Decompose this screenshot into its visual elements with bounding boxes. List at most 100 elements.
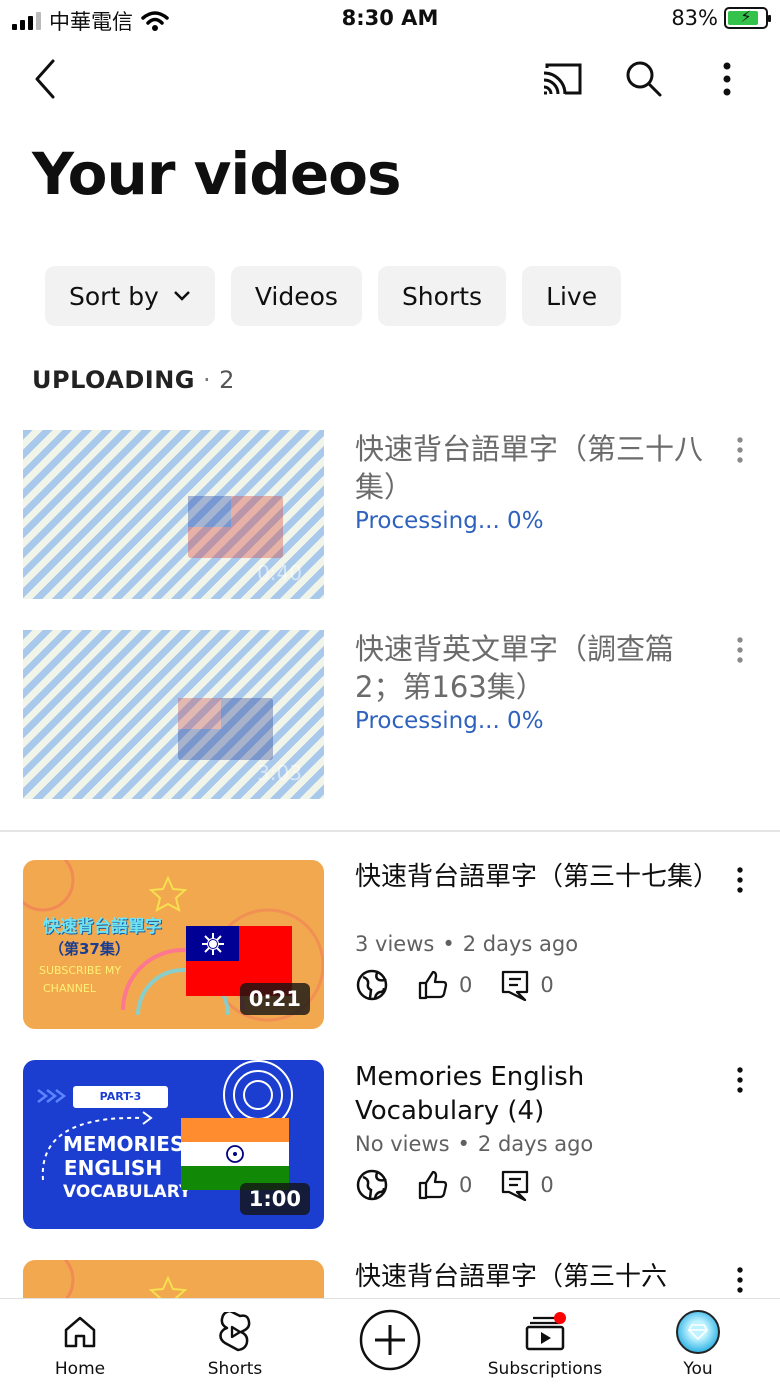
page-title: Your videos — [32, 140, 402, 208]
duration-badge: 1:00 — [239, 1183, 310, 1215]
like-count: 0 — [459, 973, 473, 997]
chevron-left-icon — [35, 59, 55, 99]
more-vertical-icon — [723, 62, 731, 96]
avatar — [676, 1310, 720, 1354]
more-actions-button[interactable] — [722, 430, 758, 470]
battery-charging-icon: ⚡ — [724, 7, 771, 29]
globe-icon — [356, 1169, 388, 1201]
upload-thumbnail[interactable]: 0:40 — [23, 430, 324, 599]
upload-item[interactable]: 3:03 快速背英文單字（調查篇2；第163集） Processing... 0… — [0, 630, 780, 800]
diamond-icon — [688, 1324, 708, 1340]
view-count: No views — [355, 1132, 450, 1156]
video-thumbnail[interactable]: 快速背台語單字 （第37集） SUBSCRIBE MY CHANNEL 0:21 — [23, 860, 324, 1029]
live-chip[interactable]: Live — [522, 266, 622, 326]
nav-home[interactable]: Home — [15, 1309, 145, 1379]
thumbs-up-icon — [418, 1170, 448, 1200]
plus-circle-icon — [359, 1309, 421, 1371]
video-thumbnail[interactable] — [23, 1260, 324, 1298]
thumbnail-channel-text: CHANNEL — [43, 982, 97, 995]
like-count: 0 — [459, 1173, 473, 1197]
thumbnail-subscribe-text: SUBSCRIBE MY — [39, 964, 122, 977]
video-title[interactable]: 快速背台語單字（第三十七集） — [355, 860, 719, 894]
video-title[interactable]: 快速背台語單字（第三十六 — [355, 1260, 715, 1294]
more-options-button[interactable] — [700, 52, 754, 106]
video-stats: 0 0 — [355, 1168, 572, 1202]
sort-by-chip[interactable]: Sort by — [45, 266, 215, 326]
filter-chips: Sort by Videos Shorts Live — [45, 266, 622, 326]
more-vertical-icon — [737, 867, 743, 893]
video-item[interactable]: 快速背台語單字 （第37集） SUBSCRIBE MY CHANNEL 0:21… — [0, 860, 780, 1032]
shorts-chip[interactable]: Shorts — [377, 266, 507, 326]
more-actions-button[interactable] — [722, 630, 758, 670]
thumbnail-title-text: MEMORIES ENGLISH VOCABULARY — [63, 1132, 192, 1204]
upload-item[interactable]: 0:40 快速背台語單字（第三十八集） Processing... 0% — [0, 430, 780, 600]
flag-image — [181, 1118, 289, 1190]
visibility-public[interactable] — [355, 968, 389, 1002]
nav-subscriptions-label: Subscriptions — [487, 1359, 603, 1379]
globe-icon — [356, 969, 388, 1001]
duration-badge: 3:03 — [257, 761, 302, 785]
nav-home-label: Home — [54, 1359, 106, 1379]
more-vertical-icon — [737, 637, 743, 663]
nav-subscriptions[interactable]: Subscriptions — [480, 1309, 610, 1379]
duration-badge: 0:21 — [239, 983, 310, 1015]
video-item[interactable]: 快速背台語單字（第三十六 — [0, 1260, 780, 1298]
cast-button[interactable] — [535, 52, 589, 106]
more-vertical-icon — [737, 1067, 743, 1093]
nav-shorts-label: Shorts — [207, 1359, 263, 1379]
video-title[interactable]: Memories English Vocabulary (4) — [355, 1060, 715, 1128]
upload-title[interactable]: 快速背台語單字（第三十八集） — [355, 430, 715, 506]
visibility-public[interactable] — [355, 1168, 389, 1202]
nav-you[interactable]: You — [633, 1309, 763, 1379]
likes: 0 — [417, 969, 472, 1001]
nav-shorts[interactable]: Shorts — [170, 1309, 300, 1379]
thumbnail-decoration — [63, 1260, 188, 1298]
separator-dot: · — [202, 366, 212, 394]
back-button[interactable] — [18, 52, 72, 106]
duration-badge: 0:40 — [257, 561, 302, 585]
create-button[interactable] — [325, 1307, 455, 1377]
meta-separator: • — [457, 1132, 470, 1156]
comment-count: 0 — [540, 1173, 554, 1197]
uploading-label: UPLOADING — [32, 366, 195, 394]
subscriptions-icon — [525, 1312, 566, 1351]
comment-icon — [502, 1170, 529, 1201]
uploading-section-header: UPLOADING · 2 — [32, 366, 235, 394]
sort-by-label: Sort by — [69, 281, 159, 311]
shorts-icon — [219, 1312, 251, 1352]
comments: 0 — [500, 1169, 554, 1201]
video-stats: 0 0 — [355, 968, 572, 1002]
upload-age: 2 days ago — [477, 1132, 594, 1156]
thumbnail-line-3: VOCABULARY — [63, 1182, 192, 1202]
processing-status: Processing... 0% — [355, 508, 544, 534]
flag-overlay — [178, 698, 273, 760]
meta-separator: • — [442, 932, 455, 956]
comment-count: 0 — [540, 973, 554, 997]
search-button[interactable] — [617, 52, 671, 106]
view-count: 3 views — [355, 932, 435, 956]
more-vertical-icon — [737, 1267, 743, 1293]
comment-icon — [502, 970, 529, 1001]
video-thumbnail[interactable]: PART-3 MEMORIES ENGLISH VOCABULARY 1:00 — [23, 1060, 324, 1229]
search-icon — [626, 61, 662, 97]
clock: 8:30 AM — [341, 6, 439, 30]
nav-you-label: You — [683, 1359, 713, 1379]
more-vertical-icon — [737, 437, 743, 463]
bottom-navigation: Home Shorts Subscriptions You — [0, 1298, 780, 1387]
processing-status: Processing... 0% — [355, 708, 544, 734]
status-bar: 中華電信 8:30 AM 83% ⚡ — [0, 0, 780, 40]
likes: 0 — [417, 1169, 472, 1201]
more-actions-button[interactable] — [722, 1060, 758, 1100]
thumbs-up-icon — [418, 970, 448, 1000]
more-actions-button[interactable] — [722, 860, 758, 900]
upload-thumbnail[interactable]: 3:03 — [23, 630, 324, 799]
top-app-bar — [0, 44, 780, 116]
thumbnail-line-2: ENGLISH — [63, 1156, 163, 1180]
more-actions-button[interactable] — [722, 1260, 758, 1298]
upload-age: 2 days ago — [462, 932, 579, 956]
video-item[interactable]: PART-3 MEMORIES ENGLISH VOCABULARY 1:00 … — [0, 1060, 780, 1232]
videos-chip[interactable]: Videos — [230, 266, 362, 326]
comments: 0 — [500, 969, 554, 1001]
video-meta: No views • 2 days ago — [355, 1132, 593, 1156]
upload-title[interactable]: 快速背英文單字（調查篇2；第163集） — [355, 630, 715, 706]
